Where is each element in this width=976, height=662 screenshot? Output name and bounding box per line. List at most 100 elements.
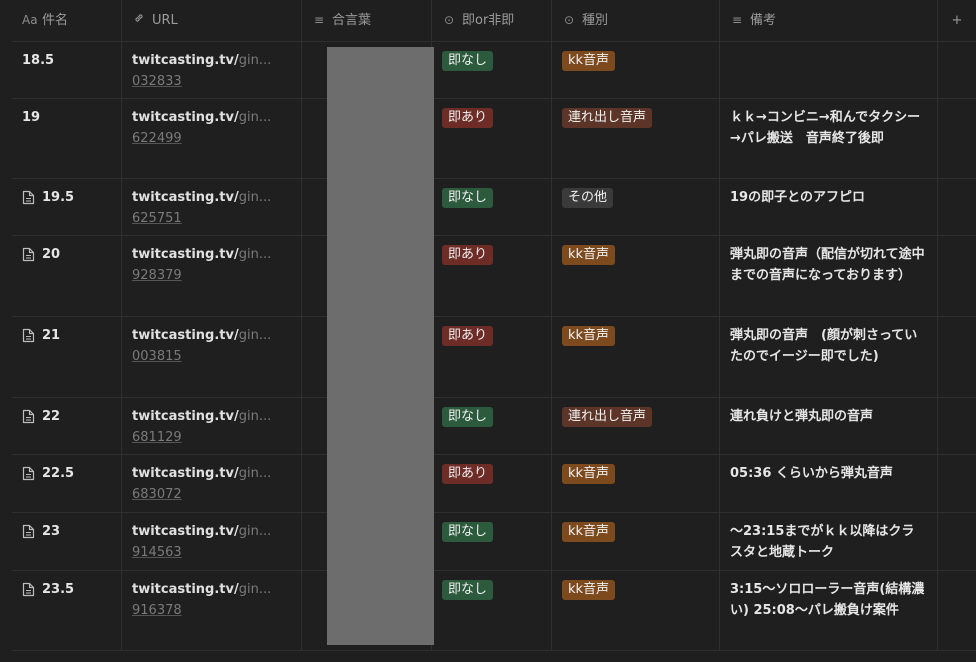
url-cell[interactable]: twitcasting.tv/gin... 622499 [122, 99, 302, 178]
url-id[interactable]: 916378 [132, 600, 291, 621]
type-cell[interactable]: 連れ出し音声 [552, 398, 720, 454]
url-domain[interactable]: twitcasting.tv/ [132, 247, 239, 262]
table-row[interactable]: 18.5 twitcasting.tv/gin... 032833 即なし kk… [12, 42, 976, 99]
url-id[interactable]: 683072 [132, 484, 291, 505]
url-path[interactable]: gin... [239, 110, 272, 125]
select-icon: ⊙ [443, 13, 455, 27]
name-cell[interactable]: 20 [12, 236, 122, 316]
table-row[interactable]: 22 twitcasting.tv/gin... 681129 即なし 連れ出し… [12, 398, 976, 455]
url-path[interactable]: gin... [239, 190, 272, 205]
sokuhi-cell[interactable]: 即あり [432, 99, 552, 178]
table-row[interactable]: 19.5 twitcasting.tv/gin... 625751 即なし その… [12, 179, 976, 236]
table-row[interactable]: 20 twitcasting.tv/gin... 928379 即あり kk音声… [12, 236, 976, 317]
page-icon [22, 466, 35, 481]
note-cell[interactable]: 連れ負けと弾丸即の音声 [720, 398, 938, 454]
sokuhi-cell[interactable]: 即なし [432, 398, 552, 454]
url-cell[interactable]: twitcasting.tv/gin... 928379 [122, 236, 302, 316]
type-cell[interactable]: kk音声 [552, 42, 720, 98]
type-tag: kk音声 [562, 326, 616, 346]
name-cell[interactable]: 19 [12, 99, 122, 178]
type-cell[interactable]: kk音声 [552, 455, 720, 512]
sokuhi-cell[interactable]: 即なし [432, 571, 552, 650]
url-cell[interactable]: twitcasting.tv/gin... 914563 [122, 513, 302, 570]
type-cell[interactable]: kk音声 [552, 236, 720, 316]
name-cell[interactable]: 22 [12, 398, 122, 454]
type-cell[interactable]: kk音声 [552, 317, 720, 397]
url-domain[interactable]: twitcasting.tv/ [132, 466, 239, 481]
name-cell[interactable]: 22.5 [12, 455, 122, 512]
url-domain[interactable]: twitcasting.tv/ [132, 409, 239, 424]
sokuhi-cell[interactable]: 即なし [432, 513, 552, 570]
sokuhi-cell[interactable]: 即あり [432, 236, 552, 316]
url-domain[interactable]: twitcasting.tv/ [132, 582, 239, 597]
url-domain[interactable]: twitcasting.tv/ [132, 328, 239, 343]
url-id[interactable]: 622499 [132, 128, 291, 149]
page-icon [22, 190, 35, 205]
url-id[interactable]: 625751 [132, 208, 291, 229]
row-title: 22.5 [42, 466, 75, 481]
type-cell[interactable]: 連れ出し音声 [552, 99, 720, 178]
table-row[interactable]: 22.5 twitcasting.tv/gin... 683072 即あり kk… [12, 455, 976, 513]
column-header-type[interactable]: ⊙ 種別 [552, 0, 720, 41]
column-header-sokuhi[interactable]: ⊙ 即or非即 [432, 0, 552, 41]
url-id[interactable]: 928379 [132, 265, 291, 286]
url-cell[interactable]: twitcasting.tv/gin... 003815 [122, 317, 302, 397]
url-id[interactable]: 914563 [132, 542, 291, 563]
url-path[interactable]: gin... [239, 524, 272, 539]
note-cell[interactable] [720, 42, 938, 98]
name-cell[interactable]: 23.5 [12, 571, 122, 650]
note-cell[interactable]: ｋｋ→コンビニ→和んでタクシー→パレ搬送 音声終了後即 [720, 99, 938, 178]
url-path[interactable]: gin... [239, 247, 272, 262]
url-domain[interactable]: twitcasting.tv/ [132, 53, 239, 68]
column-header-password[interactable]: ≡ 合言葉 [302, 0, 432, 41]
url-domain[interactable]: twitcasting.tv/ [132, 524, 239, 539]
column-header-url[interactable]: URL [122, 0, 302, 41]
url-path[interactable]: gin... [239, 466, 272, 481]
type-tag: kk音声 [562, 245, 616, 265]
note-cell[interactable]: 弾丸即の音声 (顔が刺さっていたのでイージー即でした) [720, 317, 938, 397]
name-cell[interactable]: 18.5 [12, 42, 122, 98]
column-header-note[interactable]: ≡ 備考 [720, 0, 938, 41]
note-cell[interactable]: 3:15〜ソロローラー音声(結構濃い) 25:08〜パレ搬負け案件 [720, 571, 938, 650]
name-cell[interactable]: 23 [12, 513, 122, 570]
url-path[interactable]: gin... [239, 582, 272, 597]
url-id[interactable]: 003815 [132, 346, 291, 367]
url-path[interactable]: gin... [239, 409, 272, 424]
sokuhi-tag: 即あり [442, 108, 494, 128]
name-cell[interactable]: 19.5 [12, 179, 122, 235]
url-path[interactable]: gin... [239, 53, 272, 68]
type-cell[interactable]: kk音声 [552, 571, 720, 650]
page-icon [22, 524, 35, 539]
url-id[interactable]: 032833 [132, 71, 291, 92]
url-cell[interactable]: twitcasting.tv/gin... 625751 [122, 179, 302, 235]
url-domain[interactable]: twitcasting.tv/ [132, 110, 239, 125]
add-column-button[interactable]: + [938, 0, 976, 41]
table-row[interactable]: 23.5 twitcasting.tv/gin... 916378 即なし kk… [12, 571, 976, 651]
database-table-view: Aa 件名 URL ≡ 合言葉 ⊙ 即or非即 ⊙ 種別 ≡ 備考 + 18.5… [12, 0, 976, 660]
url-id[interactable]: 681129 [132, 427, 291, 448]
type-cell[interactable]: kk音声 [552, 513, 720, 570]
url-path[interactable]: gin... [239, 328, 272, 343]
column-header-name[interactable]: Aa 件名 [12, 0, 122, 41]
table-row[interactable]: 23 twitcasting.tv/gin... 914563 即なし kk音声… [12, 513, 976, 571]
table-row[interactable]: 21 twitcasting.tv/gin... 003815 即あり kk音声… [12, 317, 976, 398]
sokuhi-cell[interactable]: 即なし [432, 42, 552, 98]
url-cell[interactable]: twitcasting.tv/gin... 681129 [122, 398, 302, 454]
sokuhi-cell[interactable]: 即なし [432, 179, 552, 235]
type-cell[interactable]: その他 [552, 179, 720, 235]
name-cell[interactable]: 21 [12, 317, 122, 397]
url-domain[interactable]: twitcasting.tv/ [132, 190, 239, 205]
url-cell[interactable]: twitcasting.tv/gin... 032833 [122, 42, 302, 98]
page-icon [22, 582, 35, 597]
note-cell[interactable]: 05:36 くらいから弾丸音声 [720, 455, 938, 512]
note-cell[interactable]: 〜23:15までがｋｋ以降はクラスタと地蔵トーク [720, 513, 938, 570]
row-title: 19.5 [42, 190, 75, 205]
sokuhi-cell[interactable]: 即あり [432, 455, 552, 512]
row-title: 21 [42, 328, 61, 343]
note-cell[interactable]: 弾丸即の音声（配信が切れて途中までの音声になっております） [720, 236, 938, 316]
url-cell[interactable]: twitcasting.tv/gin... 916378 [122, 571, 302, 650]
url-cell[interactable]: twitcasting.tv/gin... 683072 [122, 455, 302, 512]
table-row[interactable]: 19 twitcasting.tv/gin... 622499 即あり 連れ出し… [12, 99, 976, 179]
sokuhi-cell[interactable]: 即あり [432, 317, 552, 397]
note-cell[interactable]: 19の即子とのアフピロ [720, 179, 938, 235]
